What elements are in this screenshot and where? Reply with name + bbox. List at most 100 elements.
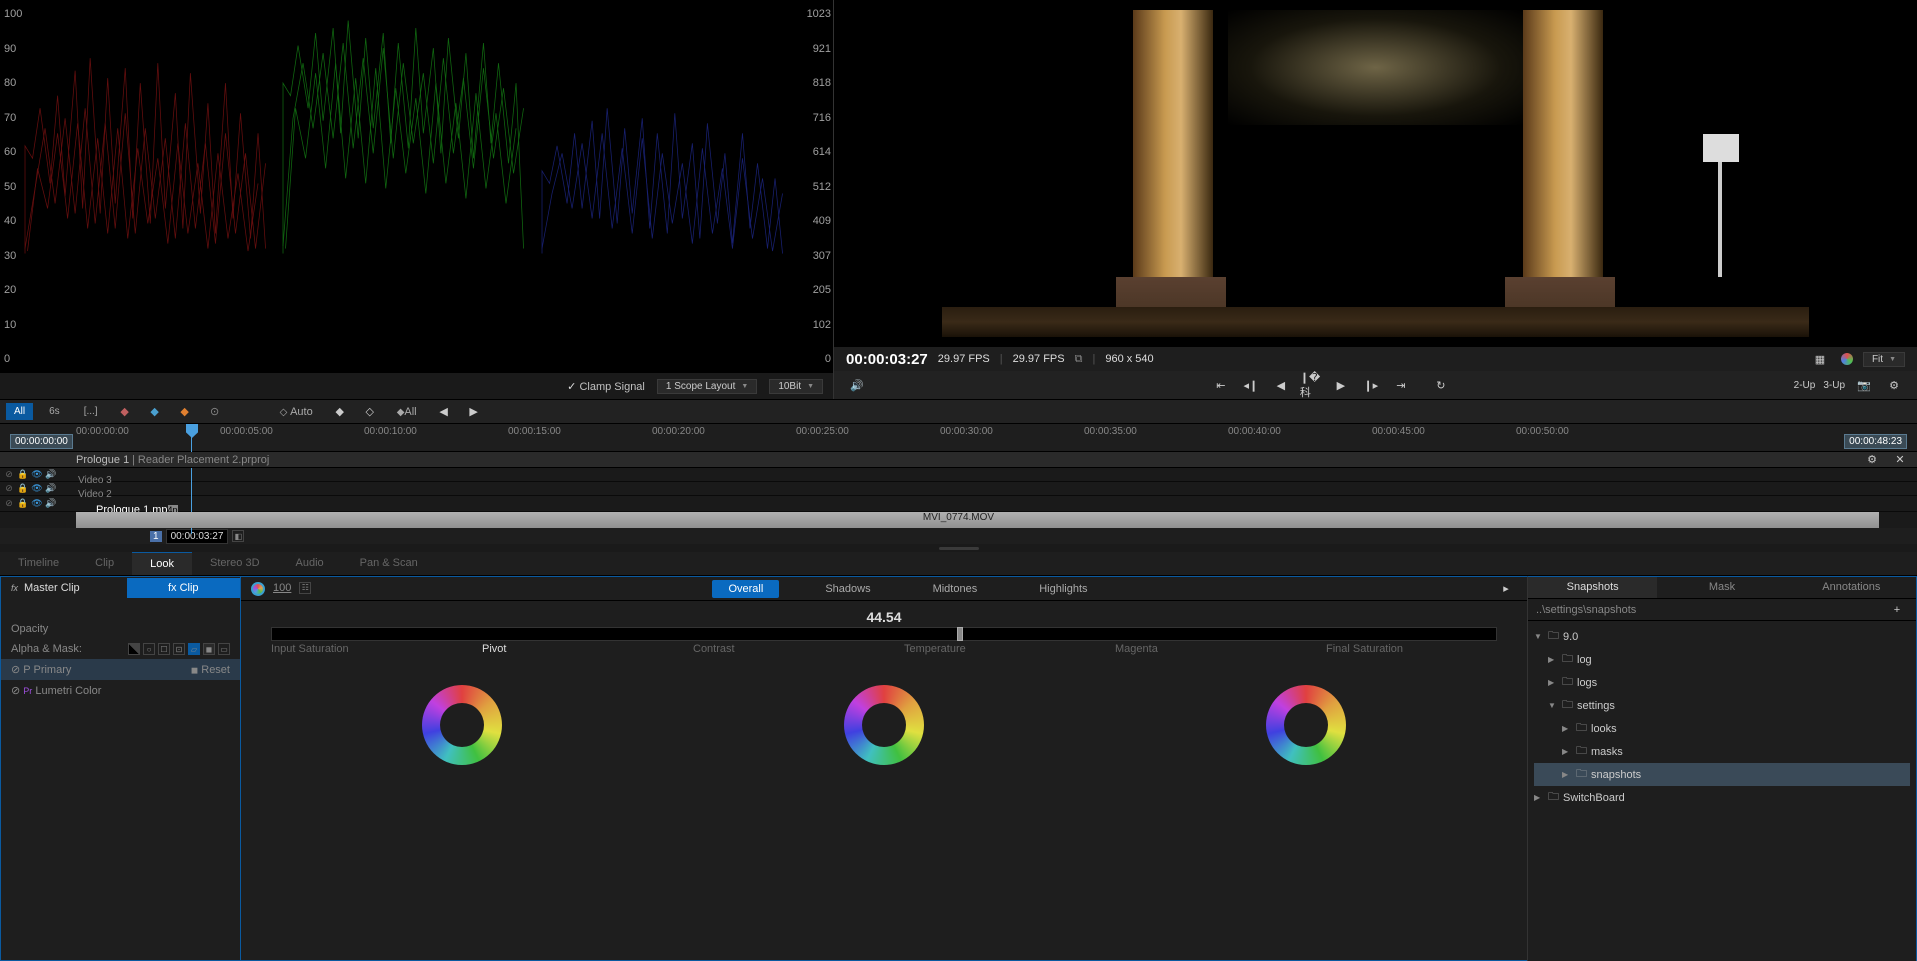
track-v3: ⊘🔒👁🔊 Video 3 (0, 468, 1917, 482)
tl-close-icon[interactable]: ✕ (1889, 450, 1911, 470)
clamp-signal-toggle[interactable]: Clamp Signal (567, 380, 645, 393)
pause-icon[interactable]: ❙�科 (1300, 375, 1322, 395)
snapshots-path[interactable]: ..\settings\snapshots (1536, 604, 1636, 616)
filter-all-button[interactable]: All (6, 403, 33, 420)
tree-logs[interactable]: ▶🗀logs (1534, 671, 1910, 694)
track-v1: ⊘🔒👁🔊 Prologue 1.mp4p to E (0, 496, 1917, 512)
opacity-row[interactable]: Opacity (1, 619, 240, 639)
current-tc-input[interactable]: 00:00:03:27 (166, 529, 229, 544)
layer-index[interactable]: 1 (150, 531, 162, 542)
preview-timecode[interactable]: 00:00:03:27 (846, 351, 928, 368)
tab-look[interactable]: Look (132, 552, 192, 575)
tl-settings-icon[interactable]: ⚙ (1861, 450, 1883, 470)
keyframe-remove-icon[interactable]: ◇ (359, 402, 381, 422)
next-panel-icon[interactable]: ▸ (1495, 579, 1517, 599)
master-clip-tab[interactable]: fxMaster Clip (1, 582, 127, 594)
param-temperature[interactable]: Temperature (884, 643, 1095, 655)
mask-mode-6-icon[interactable]: ◼ (203, 643, 215, 655)
snapshot-icon[interactable]: 📷 (1853, 375, 1875, 395)
range-midtones-tab[interactable]: Midtones (917, 580, 994, 598)
snap-tab-annotations[interactable]: Annotations (1787, 577, 1916, 598)
timeline-ruler[interactable]: 00:00:00:00 00:00:00:00 00:00:05:00 00:0… (0, 424, 1917, 452)
play-reverse-icon[interactable]: ◀ (1270, 375, 1292, 395)
tl-icon-4[interactable]: ⊙ (204, 402, 226, 422)
param-contrast[interactable]: Contrast (673, 643, 884, 655)
goto-out-icon[interactable]: ⇥ (1390, 375, 1412, 395)
tab-panscan[interactable]: Pan & Scan (342, 552, 436, 575)
lumetri-layer[interactable]: ⊘ Pr Lumetri Color (1, 680, 240, 701)
snap-tab-mask[interactable]: Mask (1657, 577, 1786, 598)
step-back-icon[interactable]: ◂❙ (1240, 375, 1262, 395)
tree-settings[interactable]: ▼🗀settings (1534, 694, 1910, 717)
pivot-value[interactable]: 44.54 (271, 609, 1497, 625)
gamma-wheel[interactable] (844, 685, 924, 765)
mask-mode-4-icon[interactable]: ⊡ (173, 643, 185, 655)
pivot-slider[interactable] (271, 627, 1497, 641)
tl-icon-2[interactable]: ◆ (144, 402, 166, 422)
param-final-saturation[interactable]: Final Saturation (1306, 643, 1517, 655)
mask-mode-2-icon[interactable]: ○ (143, 643, 155, 655)
keyframe-icon[interactable]: ◆ (329, 402, 351, 422)
fit-dropdown[interactable]: Fit (1863, 352, 1905, 367)
settings-gear-icon[interactable]: ⚙ (1883, 375, 1905, 395)
tl-icon-3[interactable]: ◆ (174, 402, 196, 422)
three-up-button[interactable]: 3-Up (1823, 380, 1845, 391)
params-row: Input Saturation Pivot Contrast Temperat… (241, 643, 1527, 655)
in-point-tc[interactable]: 00:00:00:00 (10, 434, 73, 449)
gain-wheel[interactable] (1266, 685, 1346, 765)
wheel-mode-icon[interactable] (251, 582, 265, 596)
param-input-saturation[interactable]: Input Saturation (251, 643, 462, 655)
scope-right-axis: 10239218187166145124093072051020 (807, 8, 831, 365)
scope-mode-icon[interactable]: ☷ (299, 582, 311, 594)
alpha-mask-row[interactable]: Alpha & Mask: ○ ☐ ⊡ ▱ ◼ ▭ (1, 639, 240, 659)
filter-6s-button[interactable]: 6s (41, 403, 68, 420)
auto-button[interactable]: ◇ Auto (272, 403, 321, 421)
tab-audio[interactable]: Audio (278, 552, 342, 575)
preview-monitor[interactable] (834, 0, 1917, 347)
drag-handle[interactable] (0, 544, 1917, 552)
tab-stereo3d[interactable]: Stereo 3D (192, 552, 278, 575)
tab-timeline[interactable]: Timeline (0, 552, 77, 575)
primary-layer[interactable]: ⊘ P Primary ◼ Reset (1, 659, 240, 680)
tl-icon-1[interactable]: ◆ (114, 402, 136, 422)
clip-tab[interactable]: fx Clip (127, 578, 241, 598)
volume-icon[interactable]: 🔊 (846, 375, 868, 395)
tree-root[interactable]: ▼🗀9.0 (1534, 625, 1910, 648)
scope-bits-dropdown[interactable]: 10Bit (769, 379, 823, 394)
tree-snapshots[interactable]: ▶🗀snapshots (1534, 763, 1910, 786)
mask-mode-3-icon[interactable]: ☐ (158, 643, 170, 655)
goto-in-icon[interactable]: ⇤ (1210, 375, 1232, 395)
param-pivot[interactable]: Pivot (462, 643, 673, 655)
out-point-tc[interactable]: 00:00:48:23 (1844, 434, 1907, 449)
rgb-parade-scope: 1009080706050403020100 10239218187166145… (20, 8, 803, 365)
playhead[interactable] (186, 424, 198, 438)
tc-lock-icon[interactable]: ◧ (232, 530, 244, 542)
two-up-button[interactable]: 2-Up (1794, 380, 1816, 391)
add-snapshot-icon[interactable]: + (1886, 600, 1908, 620)
range-overall-tab[interactable]: Overall (712, 580, 779, 598)
tree-switchboard[interactable]: ▶🗀SwitchBoard (1534, 786, 1910, 809)
lift-wheel[interactable] (422, 685, 502, 765)
tab-clip[interactable]: Clip (77, 552, 132, 575)
scope-layout-dropdown[interactable]: 1 Scope Layout (657, 379, 757, 394)
loop-icon[interactable]: ↻ (1430, 375, 1452, 395)
prev-key-icon[interactable]: ◀ (433, 402, 455, 422)
mask-mode-5-icon[interactable]: ▱ (188, 643, 200, 655)
tree-log[interactable]: ▶🗀log (1534, 648, 1910, 671)
step-forward-icon[interactable]: ❙▸ (1360, 375, 1382, 395)
range-highlights-tab[interactable]: Highlights (1023, 580, 1103, 598)
color-wheel-icon[interactable] (1841, 353, 1853, 365)
snap-tab-snapshots[interactable]: Snapshots (1528, 577, 1657, 598)
tree-masks[interactable]: ▶🗀masks (1534, 740, 1910, 763)
next-key-icon[interactable]: ▶ (463, 402, 485, 422)
filter-bracket-button[interactable]: [...] (76, 403, 106, 420)
play-icon[interactable]: ▶ (1330, 375, 1352, 395)
comparison-mode-icon[interactable]: ▦ (1809, 349, 1831, 369)
curve-mode-icon[interactable]: 100 (273, 582, 291, 596)
tree-looks[interactable]: ▶🗀looks (1534, 717, 1910, 740)
param-magenta[interactable]: Magenta (1095, 643, 1306, 655)
mask-mode-7-icon[interactable]: ▭ (218, 643, 230, 655)
range-shadows-tab[interactable]: Shadows (809, 580, 886, 598)
mask-mode-1-icon[interactable] (128, 643, 140, 655)
keyframe-all-button[interactable]: ◆All (389, 403, 425, 421)
